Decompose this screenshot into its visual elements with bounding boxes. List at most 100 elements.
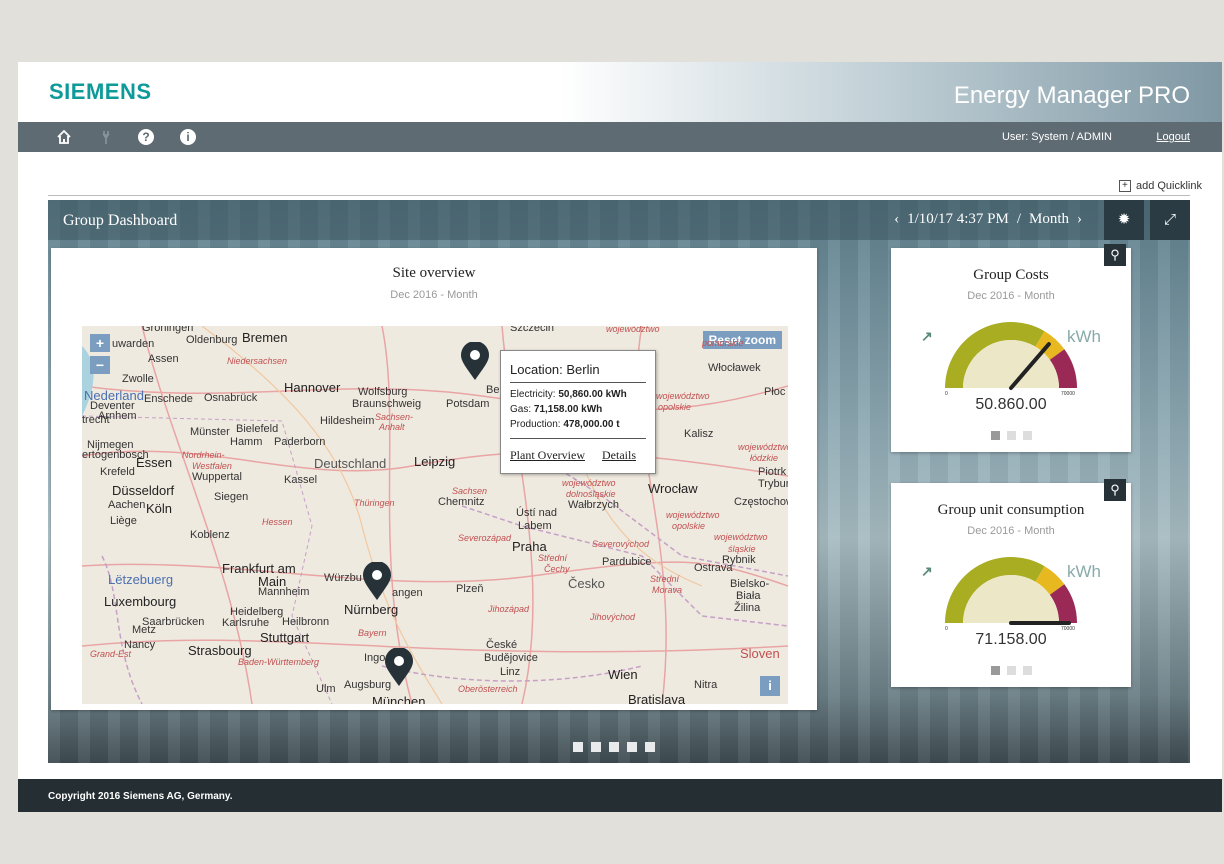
- region-label: Westfalen: [192, 461, 232, 471]
- city-label: Bielsko-: [730, 578, 770, 590]
- footer: Copyright 2016 Siemens AG, Germany.: [18, 779, 1222, 812]
- site-map[interactable]: + − Reset zoom Groningen Bremen Oldenbur…: [82, 326, 788, 704]
- city-label: Bratislava: [628, 692, 686, 704]
- group-unit-title: Group unit consumption: [937, 502, 1085, 518]
- city-label: Biała: [736, 590, 761, 602]
- region-label: łódzkie: [750, 453, 779, 463]
- region-label: Oberösterreich: [458, 684, 518, 694]
- copyright-text: Copyright 2016 Siemens AG, Germany.: [48, 791, 233, 802]
- group-costs-title: Group Costs: [973, 267, 1049, 283]
- city-label: Deutschland: [314, 456, 387, 471]
- city-label: Nitra: [694, 679, 718, 691]
- search-magnifier-icon[interactable]: ⚲: [1104, 479, 1126, 501]
- map-pin-nurnberg[interactable]: [362, 562, 392, 602]
- plant-overview-link[interactable]: Plant Overview: [510, 448, 585, 463]
- city-label: Ingo: [364, 652, 386, 664]
- city-label: Siegen: [214, 491, 249, 503]
- city-label: Köln: [146, 501, 173, 516]
- search-magnifier-icon[interactable]: ⚲: [1104, 244, 1126, 266]
- city-label: Labem: [518, 520, 552, 532]
- map-pin-berlin[interactable]: [460, 342, 490, 382]
- city-label: Münster: [190, 426, 230, 438]
- city-label: Chemnitz: [438, 496, 485, 508]
- home-icon-svg: [57, 129, 71, 144]
- dashboard-page-dot[interactable]: [591, 742, 601, 752]
- info-icon[interactable]: i: [180, 129, 196, 145]
- city-label: trecht: [82, 414, 110, 426]
- app-window: SIEMENS Energy Manager PRO ? i User: Sys…: [18, 62, 1222, 812]
- navigation-bar: ? i User: System / ADMIN Logout: [18, 122, 1222, 152]
- region-label: Střední: [650, 574, 680, 584]
- date-separator: /: [1016, 211, 1021, 227]
- divider: [48, 195, 1190, 196]
- region-label: województwo: [666, 510, 720, 520]
- home-icon[interactable]: [56, 129, 72, 145]
- region-label: Anhalt: [379, 422, 405, 432]
- dashboard-page-dot[interactable]: [609, 742, 619, 752]
- region-label: województwo: [562, 478, 616, 488]
- city-label: Česko: [568, 576, 605, 591]
- city-label: Ústí nad: [516, 507, 557, 519]
- region-label: Jihozápad: [488, 604, 530, 614]
- city-label: Würzbu: [324, 572, 362, 584]
- region-label: opolskie: [672, 521, 706, 531]
- region-label: Střední: [538, 553, 568, 563]
- city-label: Bremen: [242, 330, 288, 345]
- settings-gear-icon[interactable]: ✹: [1104, 200, 1144, 240]
- group-costs-card: ⚲ Group Costs Dec 2016 - Month ↗ kWh 0 7…: [891, 244, 1131, 452]
- add-quicklink-button[interactable]: + add Quicklink: [1118, 180, 1202, 192]
- help-icon[interactable]: ?: [138, 129, 154, 145]
- zoom-in-button[interactable]: +: [90, 334, 110, 352]
- region-label: województwo: [656, 391, 710, 401]
- map-info-icon[interactable]: i: [760, 676, 780, 696]
- city-label: Sloven: [740, 646, 780, 661]
- pager-dot[interactable]: [1022, 431, 1032, 440]
- city-label: Płoc: [764, 386, 786, 398]
- dashboard-page-dot[interactable]: [645, 742, 655, 752]
- popup-electricity: Electricity: 50,860.00 kWh: [510, 389, 627, 400]
- dashboard-pager: [573, 742, 655, 752]
- period-selector[interactable]: Month: [1029, 211, 1069, 228]
- city-label: Budějovice: [484, 652, 538, 664]
- pager-dot[interactable]: [1006, 431, 1016, 440]
- site-overview-subtitle: Dec 2016 - Month: [390, 289, 478, 301]
- pager-dot[interactable]: [990, 666, 1000, 675]
- header: SIEMENS Energy Manager PRO: [18, 62, 1222, 122]
- city-label: Linz: [500, 666, 521, 678]
- dashboard-page-dot[interactable]: [573, 742, 583, 752]
- city-label: Luxembourg: [104, 594, 177, 609]
- city-label: Zwolle: [122, 373, 154, 385]
- tools-icon[interactable]: [98, 129, 114, 145]
- city-label: České: [486, 639, 518, 651]
- user-info: User: System / ADMIN: [1001, 131, 1112, 143]
- pager-dot[interactable]: [990, 431, 1000, 440]
- city-label: Hildesheim: [320, 415, 375, 427]
- fullscreen-icon[interactable]: ⤢: [1150, 200, 1190, 240]
- site-overview-card: Site overview Dec 2016 - Month + − Reset…: [51, 248, 817, 710]
- zoom-out-button[interactable]: −: [90, 356, 110, 374]
- region-label: Nordrhein-: [182, 450, 225, 460]
- site-overview-title: Site overview: [392, 265, 476, 281]
- prev-period-icon[interactable]: ‹: [894, 211, 899, 228]
- add-quicklink-label: add Quicklink: [1135, 180, 1202, 192]
- plus-icon: +: [1118, 180, 1131, 192]
- details-link[interactable]: Details: [602, 448, 636, 463]
- current-date[interactable]: 1/10/17 4:37 PM: [907, 211, 1009, 228]
- city-label: Wolfsburg: [358, 386, 408, 398]
- pager-dot[interactable]: [1022, 666, 1032, 675]
- region-label: Niedersachsen: [227, 356, 288, 366]
- region-label: opolskie: [658, 402, 692, 412]
- next-period-icon[interactable]: ›: [1077, 211, 1082, 228]
- city-label: Wuppertal: [192, 471, 242, 483]
- city-label: Osnabrück: [204, 392, 258, 404]
- city-label: Częstochowa: [734, 496, 788, 508]
- product-name: Energy Manager PRO: [953, 82, 1190, 109]
- city-label: Trybun: [758, 478, 788, 490]
- city-label: Bielefeld: [236, 423, 279, 435]
- dashboard-page-dot[interactable]: [627, 742, 637, 752]
- city-label: Essen: [136, 455, 173, 470]
- pager-dot[interactable]: [1006, 666, 1016, 675]
- logout-link[interactable]: Logout: [1156, 131, 1190, 143]
- map-pin-ingolstadt[interactable]: [384, 648, 414, 688]
- city-label: Plzeň: [456, 583, 484, 595]
